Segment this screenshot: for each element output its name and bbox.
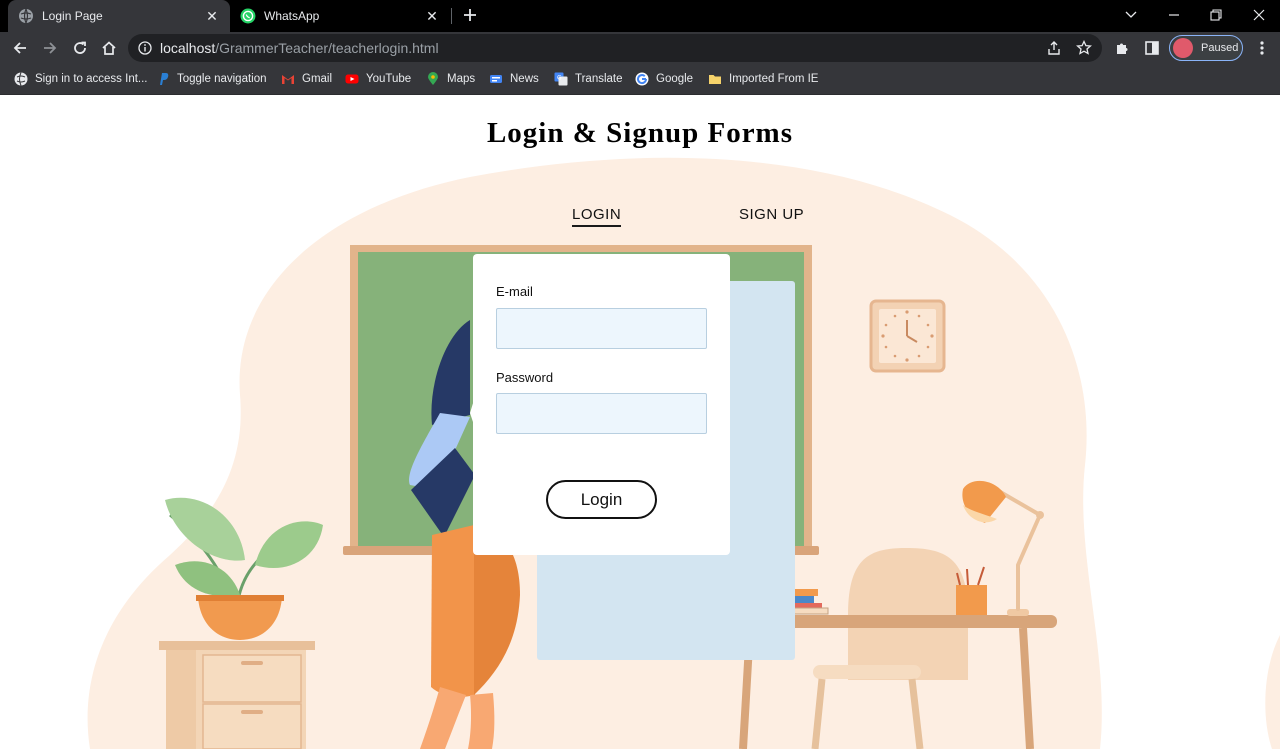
side-panel-button[interactable] — [1140, 36, 1164, 60]
translate-icon: G — [554, 72, 568, 86]
tab-login[interactable]: LOGIN — [572, 206, 622, 227]
url-host: localhost — [160, 40, 216, 56]
url-path: /GrammerTeacher/teacherlogin.html — [215, 40, 439, 56]
clock-icon — [869, 299, 946, 373]
gmail-icon — [282, 75, 294, 84]
close-icon[interactable]: ✕ — [424, 8, 440, 25]
youtube-icon — [345, 74, 359, 84]
minimize-icon — [1169, 14, 1179, 16]
bookmark-label: Google — [656, 73, 694, 85]
info-icon[interactable] — [138, 41, 152, 55]
globe-icon — [14, 72, 28, 86]
extensions-button[interactable] — [1110, 36, 1134, 60]
menu-button[interactable] — [1250, 36, 1274, 60]
browser-toolbar: localhost/GrammerTeacher/teacherlogin.ht… — [0, 32, 1280, 64]
page-viewport: Login & Signup Forms LOGIN SIGN UP E-mai… — [0, 95, 1280, 749]
restore-button[interactable] — [1196, 0, 1236, 30]
bookmark-gmail[interactable]: Gmail — [281, 70, 332, 88]
profile-status: Paused — [1201, 42, 1239, 54]
restore-icon — [1210, 9, 1222, 21]
bookmark-news[interactable]: News — [489, 70, 539, 88]
news-icon — [490, 75, 502, 83]
puzzle-icon — [1117, 43, 1128, 54]
close-icon — [1253, 9, 1265, 21]
plus-icon — [464, 9, 476, 21]
star-icon[interactable] — [1076, 40, 1092, 56]
arrow-right-icon — [44, 42, 57, 54]
chevron-down-icon — [1125, 11, 1137, 18]
login-button[interactable]: Login — [546, 480, 657, 519]
page-title: Login & Signup Forms — [486, 117, 794, 149]
tab-whatsapp[interactable]: WhatsApp ✕ — [230, 0, 450, 32]
home-button[interactable] — [97, 36, 121, 60]
email-label: E-mail — [496, 284, 533, 299]
tab-signup[interactable]: SIGN UP — [739, 206, 804, 223]
avatar — [1173, 38, 1193, 58]
cabinet-illustration — [159, 641, 315, 749]
bookmark-label: YouTube — [366, 73, 412, 85]
bookmark-label: Toggle navigation — [177, 73, 267, 85]
bookmark-sign-in[interactable]: Sign in to access Int... — [14, 70, 148, 88]
url-text: localhost/GrammerTeacher/teacherlogin.ht… — [160, 40, 439, 56]
minimize-button[interactable] — [1154, 0, 1194, 30]
login-form-card: E-mail Password Login — [473, 254, 730, 555]
reload-icon — [74, 41, 86, 54]
bookmark-label: Maps — [447, 73, 476, 85]
bookmark-imported-from-ie[interactable]: Imported From IE — [708, 70, 818, 88]
tab-divider — [451, 8, 452, 24]
home-icon — [102, 41, 116, 55]
close-window-button[interactable] — [1239, 0, 1279, 30]
bookmark-toggle-navigation[interactable]: Toggle navigation — [156, 70, 267, 88]
share-icon[interactable] — [1046, 40, 1062, 56]
tab-title: WhatsApp — [264, 9, 320, 23]
folder-icon — [709, 75, 721, 84]
bookmark-label: Gmail — [302, 73, 333, 85]
side-panel-icon — [1145, 41, 1159, 55]
password-field[interactable] — [496, 393, 707, 434]
globe-icon — [19, 8, 33, 24]
whatsapp-icon — [240, 8, 256, 24]
svg-text:G: G — [557, 75, 562, 82]
paypal-icon — [160, 73, 169, 85]
bookmark-maps[interactable]: Maps — [426, 70, 475, 88]
bookmark-label: Translate — [575, 73, 623, 85]
tab-search-button[interactable] — [1111, 0, 1151, 30]
bookmark-label: Imported From IE — [729, 73, 819, 85]
back-button[interactable] — [8, 36, 32, 60]
bookmark-label: Sign in to access Int... — [35, 73, 148, 85]
tab-login-page[interactable]: Login Page ✕ — [8, 0, 230, 32]
maps-icon — [428, 72, 438, 85]
bookmark-youtube[interactable]: YouTube — [345, 70, 411, 88]
google-icon — [635, 72, 649, 86]
tab-title: Login Page — [42, 9, 103, 23]
bookmark-label: News — [510, 73, 539, 85]
forward-button[interactable] — [38, 36, 62, 60]
tab-strip: Login Page ✕ WhatsApp ✕ — [0, 0, 1280, 32]
new-tab-button[interactable] — [458, 3, 482, 27]
reload-button[interactable] — [68, 36, 92, 60]
more-vert-icon — [1260, 41, 1264, 55]
bookmark-google[interactable]: Google — [635, 70, 693, 88]
password-label: Password — [496, 370, 554, 385]
profile-button[interactable]: Paused — [1169, 35, 1243, 61]
email-field[interactable] — [496, 308, 707, 349]
close-icon[interactable]: ✕ — [204, 8, 220, 25]
address-bar[interactable]: localhost/GrammerTeacher/teacherlogin.ht… — [128, 34, 1102, 62]
arrow-left-icon — [13, 42, 26, 54]
bookmarks-bar: Sign in to access Int... Toggle navigati… — [0, 64, 1280, 95]
background-blob-edge — [1265, 635, 1280, 749]
bookmark-translate[interactable]: G Translate — [554, 70, 623, 88]
